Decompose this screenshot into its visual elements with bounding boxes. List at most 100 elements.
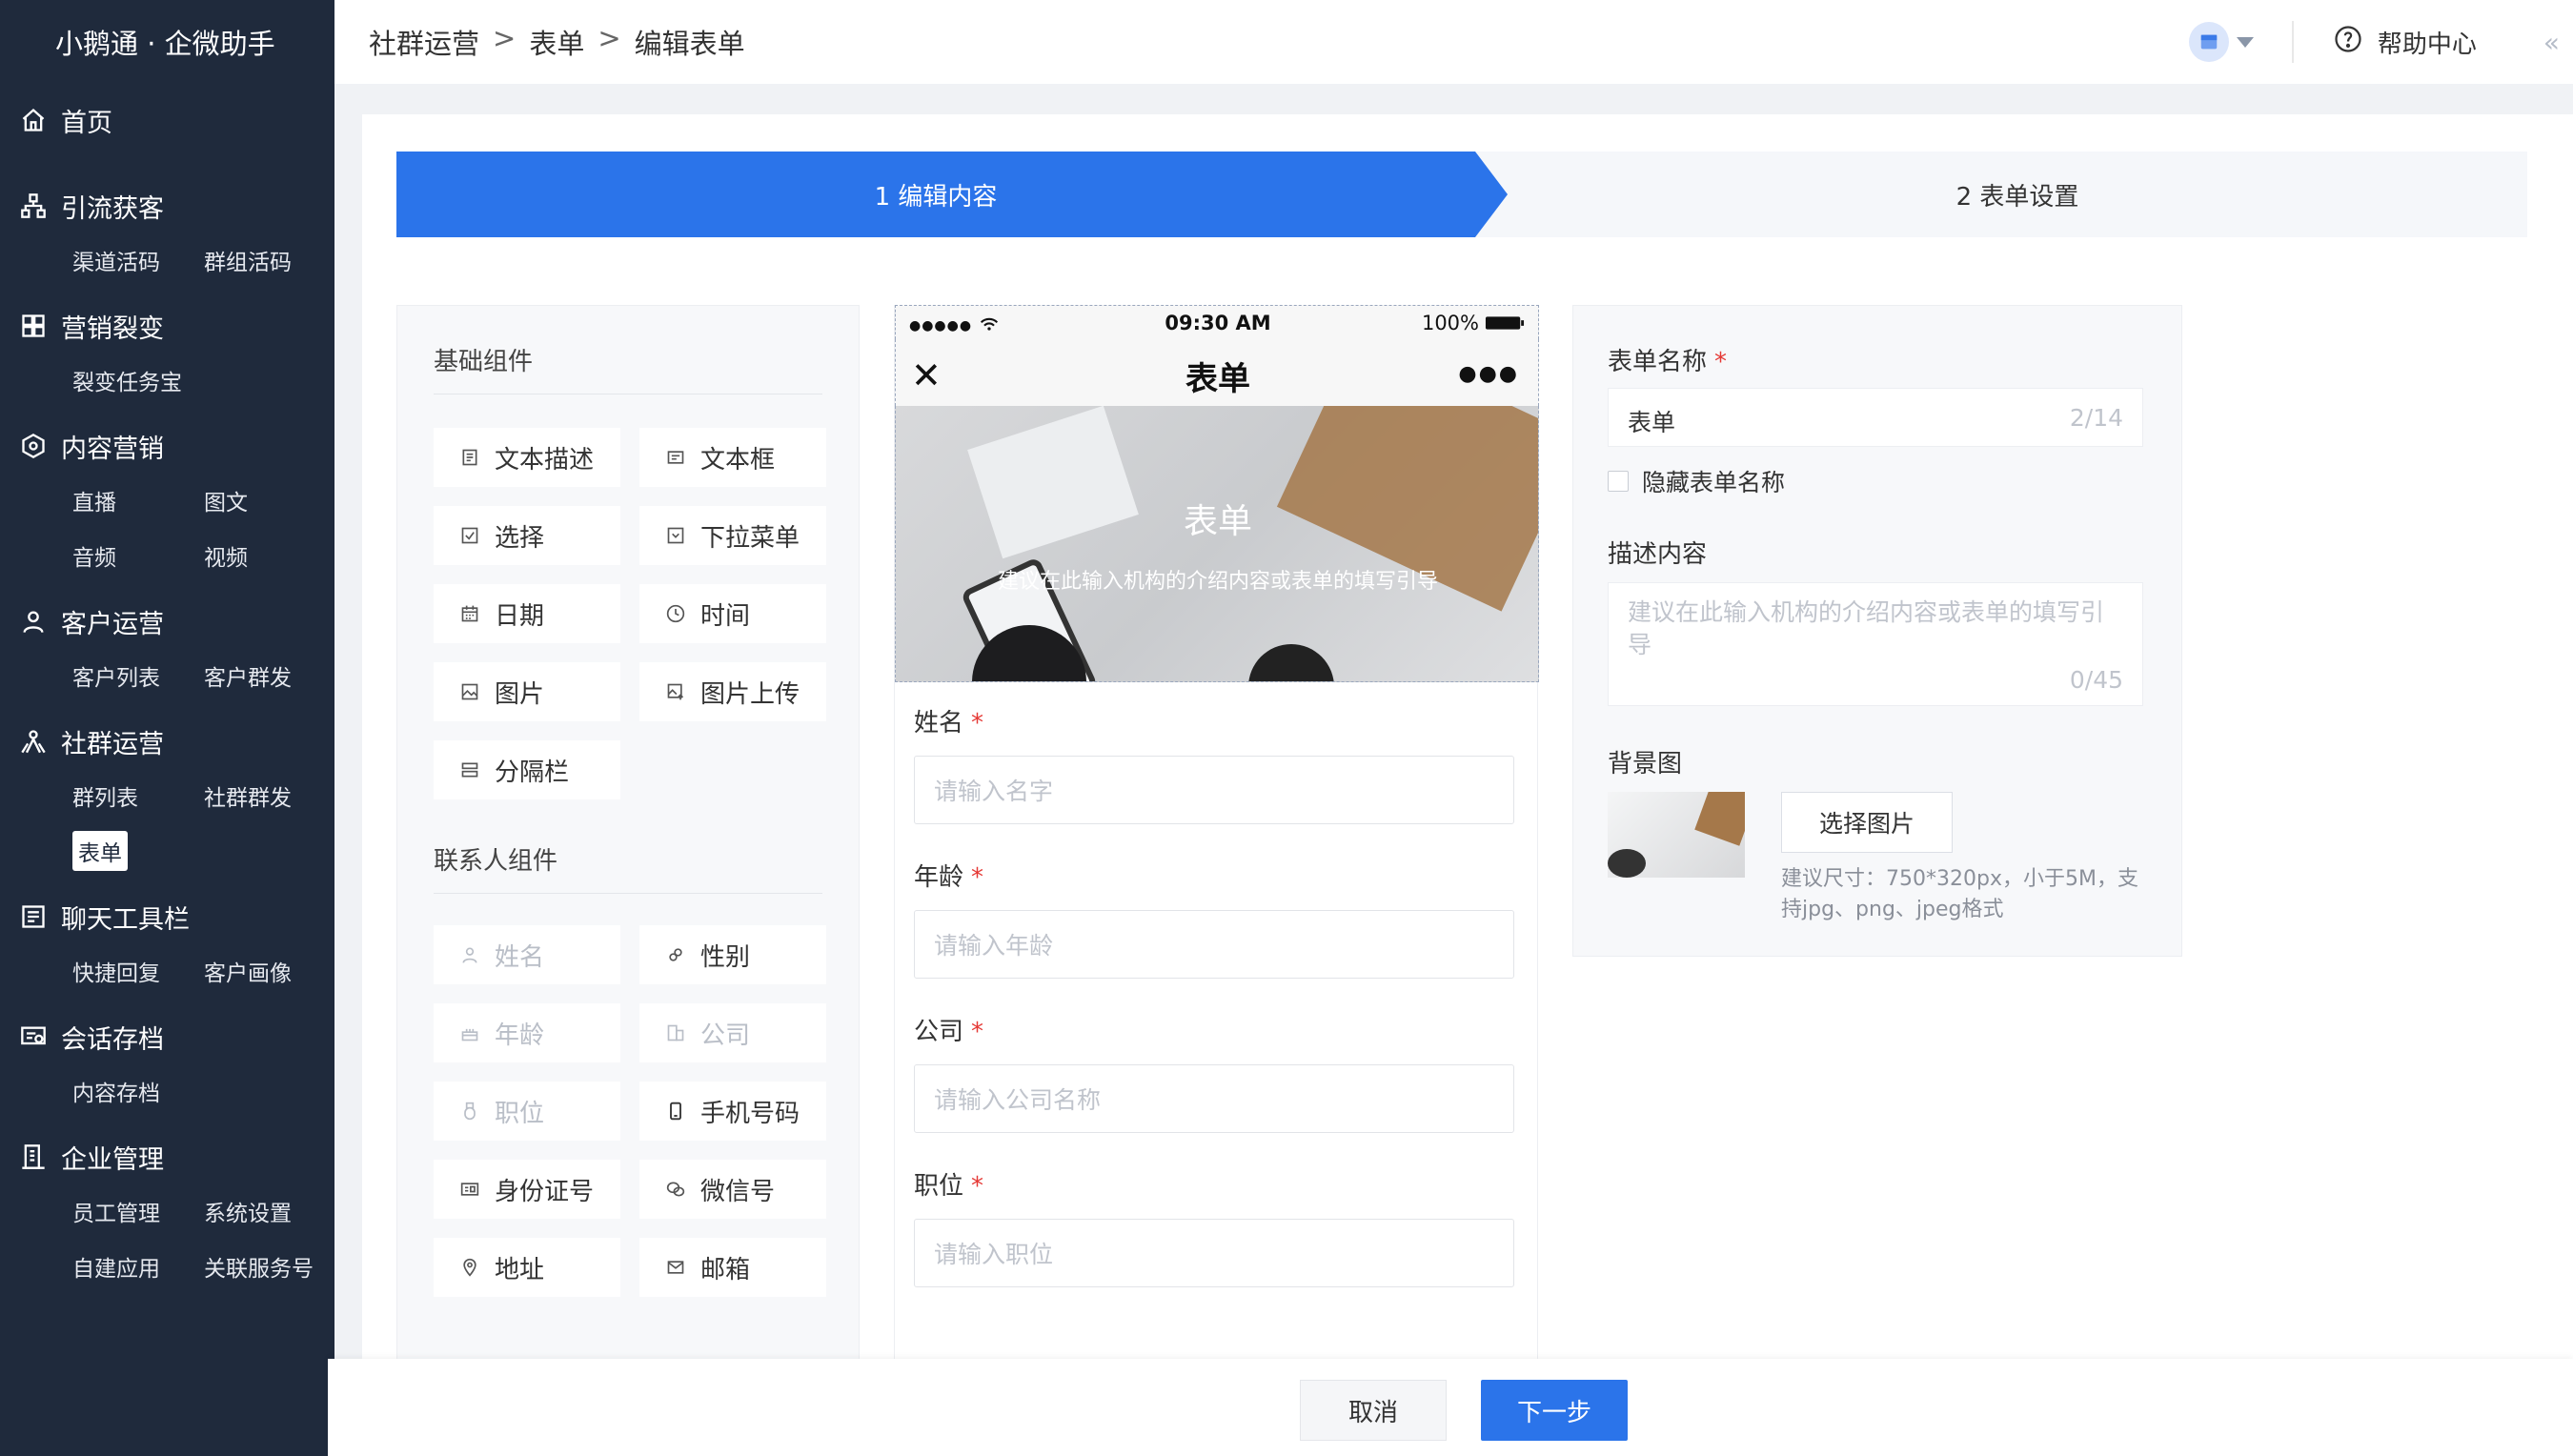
component-company: 公司 (639, 1003, 826, 1062)
component-date[interactable]: 日期 (434, 584, 620, 643)
basic-components-title: 基础组件 (434, 348, 534, 376)
component-text-desc[interactable]: 文本描述 (434, 428, 620, 487)
component-dropdown[interactable]: 下拉菜单 (639, 506, 826, 565)
sidebar-item-audio[interactable]: 音频 (72, 528, 204, 583)
text-desc-icon (458, 446, 481, 469)
component-address[interactable]: 地址 (434, 1238, 620, 1297)
sidebar-item-linked-account[interactable]: 关联服务号 (204, 1239, 335, 1294)
component-name: 姓名 (434, 925, 620, 984)
image-upload-icon (664, 680, 687, 703)
component-wechat[interactable]: 微信号 (639, 1160, 826, 1219)
sidebar-item-quick-reply[interactable]: 快捷回复 (72, 943, 204, 999)
breadcrumb-item-community[interactable]: 社群运营 (369, 22, 479, 62)
sidebar-item-group-list[interactable]: 群列表 (72, 768, 204, 823)
nav-group-enterprise: 企业管理 员工管理 系统设置 自建应用 关联服务号 (0, 1130, 334, 1294)
component-image-upload[interactable]: 图片上传 (639, 662, 826, 721)
phone-nav-bar: ✕ 表单 ●●● (895, 339, 1539, 406)
hide-name-checkbox[interactable]: 隐藏表单名称 (1608, 464, 1785, 498)
nav-group-content: 内容营销 直播 图文 音频 视频 (0, 419, 334, 583)
brand-title: 小鹅通 · 企微助手 (55, 28, 275, 60)
sidebar-item-channel-code[interactable]: 渠道活码 (72, 233, 204, 288)
step-edit-content[interactable]: 1 编辑内容 (396, 152, 1475, 237)
image-size-hint: 建议尺寸：750*320px，小于5M，支持jpg、png、jpeg格式 (1781, 867, 2138, 921)
location-icon (458, 1256, 481, 1279)
sidebar-item-home[interactable]: 首页 (0, 93, 334, 147)
sidebar-item-fission-task[interactable]: 裂变任务宝 (72, 353, 204, 408)
sidebar-group-leads[interactable]: 引流获客 (0, 179, 334, 233)
sidebar-item-customer-list[interactable]: 客户列表 (72, 648, 204, 703)
nav-title-label: 营销裂变 (61, 313, 164, 344)
sitemap-icon (19, 192, 48, 220)
breadcrumb-item-form[interactable]: 表单 (529, 22, 584, 62)
preview-input-position: 请输入职位 (914, 1219, 1514, 1287)
sidebar-item-customer-broadcast[interactable]: 客户群发 (204, 648, 335, 703)
cake-icon (458, 1021, 481, 1044)
badge-icon (458, 1100, 481, 1122)
sidebar-item-group-code[interactable]: 群组活码 (204, 233, 335, 288)
form-name-label: 表单名称 * (1608, 348, 1728, 376)
sidebar-item-content-archive[interactable]: 内容存档 (72, 1063, 204, 1119)
sidebar-item-system-settings[interactable]: 系统设置 (204, 1183, 335, 1239)
sidebar-group-archive[interactable]: 会话存档 (0, 1010, 334, 1063)
preview-banner[interactable]: 表单 建议在此输入机构的介绍内容或表单的填写引导 (895, 406, 1539, 682)
sidebar-item-custom-app[interactable]: 自建应用 (72, 1239, 204, 1294)
chevron-down-icon (2236, 36, 2254, 48)
sidebar-item-customer-profile[interactable]: 客户画像 (204, 943, 335, 999)
preview-field-company[interactable]: 公司 * 请输入公司名称 (914, 1012, 1514, 1133)
cancel-button[interactable]: 取消 (1300, 1380, 1447, 1441)
checkbox-box (1608, 471, 1629, 492)
background-thumbnail (1608, 792, 1745, 878)
sidebar-item-article[interactable]: 图文 (204, 473, 335, 528)
account-dropdown[interactable] (2188, 22, 2254, 62)
content-icon (19, 432, 48, 460)
form-name-input[interactable]: 表单 2/14 (1608, 388, 2143, 447)
sidebar-group-fission[interactable]: 营销裂变 (0, 299, 334, 353)
help-center-link[interactable]: 帮助中心 (2334, 25, 2477, 60)
step-arrow (1475, 152, 1508, 237)
breadcrumb-separator: > (598, 22, 621, 54)
building-icon (19, 1143, 48, 1171)
sidebar-item-staff[interactable]: 员工管理 (72, 1183, 204, 1239)
step-form-settings[interactable]: 2 表单设置 (1508, 152, 2527, 237)
collapse-sidebar-icon[interactable]: « (2543, 27, 2560, 58)
user-icon (19, 607, 48, 636)
component-age: 年龄 (434, 1003, 620, 1062)
preview-input-age: 请输入年龄 (914, 910, 1514, 979)
grid-icon (19, 312, 48, 340)
sidebar-group-community[interactable]: 社群运营 (0, 715, 334, 768)
sidebar-group-chat-toolbar[interactable]: 聊天工具栏 (0, 890, 334, 943)
component-email[interactable]: 邮箱 (639, 1238, 826, 1297)
sidebar-group-customer[interactable]: 客户运营 (0, 595, 334, 648)
preview-field-age[interactable]: 年龄 * 请输入年龄 (914, 858, 1514, 979)
steps-bar: 1 编辑内容 2 表单设置 (396, 152, 2527, 237)
select-image-button[interactable]: 选择图片 (1781, 792, 1953, 853)
component-textbox[interactable]: 文本框 (639, 428, 826, 487)
sidebar-group-enterprise[interactable]: 企业管理 (0, 1130, 334, 1183)
sidebar-item-form[interactable]: 表单 (72, 823, 204, 879)
description-textarea[interactable]: 建议在此输入机构的介绍内容或表单的填写引导 0/45 (1608, 582, 2143, 706)
banner-description: 建议在此输入机构的介绍内容或表单的填写引导 (997, 570, 1438, 594)
store-icon (2200, 34, 2218, 50)
component-time[interactable]: 时间 (639, 584, 826, 643)
component-gender[interactable]: 性别 (639, 925, 826, 984)
clock-icon (664, 602, 687, 625)
sidebar-item-group-broadcast[interactable]: 社群群发 (204, 768, 335, 823)
component-divider[interactable]: 分隔栏 (434, 740, 620, 799)
nav-group-community: 社群运营 群列表 社群群发 表单 (0, 715, 334, 879)
sidebar: 小鹅通 · 企微助手 首页 引流获客 渠道活码 群组活码 营销裂变 裂变任务宝 … (0, 0, 334, 1456)
next-step-button[interactable]: 下一步 (1481, 1380, 1628, 1441)
component-checkbox[interactable]: 选择 (434, 506, 620, 565)
sidebar-item-live[interactable]: 直播 (72, 473, 204, 528)
preview-field-name[interactable]: 姓名 * 请输入名字 (914, 703, 1514, 824)
component-phone[interactable]: 手机号码 (639, 1082, 826, 1141)
sidebar-group-content[interactable]: 内容营销 (0, 419, 334, 473)
required-mark: * (971, 1018, 984, 1046)
group-icon (19, 727, 48, 756)
header-divider (2291, 21, 2294, 63)
sidebar-item-video[interactable]: 视频 (204, 528, 335, 583)
component-id-card[interactable]: 身份证号 (434, 1160, 620, 1219)
preview-field-position[interactable]: 职位 * 请输入职位 (914, 1166, 1514, 1287)
char-counter: 0/45 (2069, 666, 2123, 694)
component-image[interactable]: 图片 (434, 662, 620, 721)
background-label: 背景图 (1608, 750, 1683, 779)
